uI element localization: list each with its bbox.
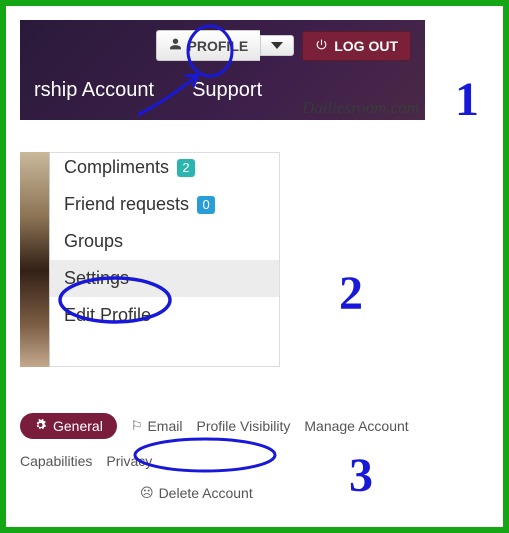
tab-email[interactable]: ⚐ Email [131,418,183,434]
tab-privacy[interactable]: Privacy [106,453,152,469]
tab-label: Capabilities [20,453,92,469]
menu-item-edit-profile[interactable]: Edit Profile [50,297,279,334]
menu-item-settings[interactable]: Settings [50,260,279,297]
caret-down-icon [271,42,283,49]
logout-label: LOG OUT [334,38,398,54]
tab-label: Email [147,418,182,434]
step2-panel: Compliments 2 Friend requests 0 Groups S… [20,152,503,367]
menu-item-compliments[interactable]: Compliments 2 [50,153,279,186]
tab-label: Profile Visibility [196,418,290,434]
menu-item-groups[interactable]: Groups [50,223,279,260]
logout-button[interactable]: LOG OUT [302,31,411,61]
watermark-text: Dailiesroom.com [296,96,425,120]
menu-label: Friend requests [64,194,189,215]
badge-friend-requests: 0 [197,196,215,214]
avatar-sliver [20,152,50,367]
tab-label: Privacy [106,453,152,469]
gears-icon [34,418,47,434]
tab-label: General [53,418,103,434]
menu-item-friend-requests[interactable]: Friend requests 0 [50,186,279,223]
step-number-2: 2 [339,266,363,321]
step3-tabs: General ⚐ Email Profile Visibility Manag… [20,413,493,501]
step-number-3: 3 [349,448,373,503]
profile-dropdown-menu: Compliments 2 Friend requests 0 Groups S… [50,152,280,367]
nav-membership-account[interactable]: rship Account [34,79,154,102]
nav-support[interactable]: Support [192,79,262,102]
tab-label: Delete Account [159,485,253,501]
sad-face-icon: ☹ [140,485,154,501]
step-number-1: 1 [455,72,479,127]
profile-dropdown-toggle[interactable] [260,35,294,56]
menu-label: Settings [64,268,129,289]
tab-manage-account[interactable]: Manage Account [304,418,408,434]
tab-capabilities[interactable]: Capabilities [20,453,92,469]
flag-icon: ⚐ [131,418,143,434]
tab-delete-account[interactable]: ☹ Delete Account [140,485,253,501]
profile-label: PROFILE [188,38,249,54]
menu-label: Edit Profile [64,305,151,326]
power-icon [315,38,328,54]
badge-compliments: 2 [177,159,195,177]
tab-profile-visibility[interactable]: Profile Visibility [196,418,290,434]
user-icon [169,37,182,54]
step3-row2: ☹ Delete Account [20,485,493,501]
step1-toolbar: PROFILE LOG OUT [20,20,425,79]
profile-button[interactable]: PROFILE [156,30,261,61]
menu-label: Compliments [64,157,169,178]
tab-label: Manage Account [304,418,408,434]
tab-general[interactable]: General [20,413,117,439]
step1-header-panel: PROFILE LOG OUT rship Account Support Da… [20,20,425,120]
menu-label: Groups [64,231,123,252]
